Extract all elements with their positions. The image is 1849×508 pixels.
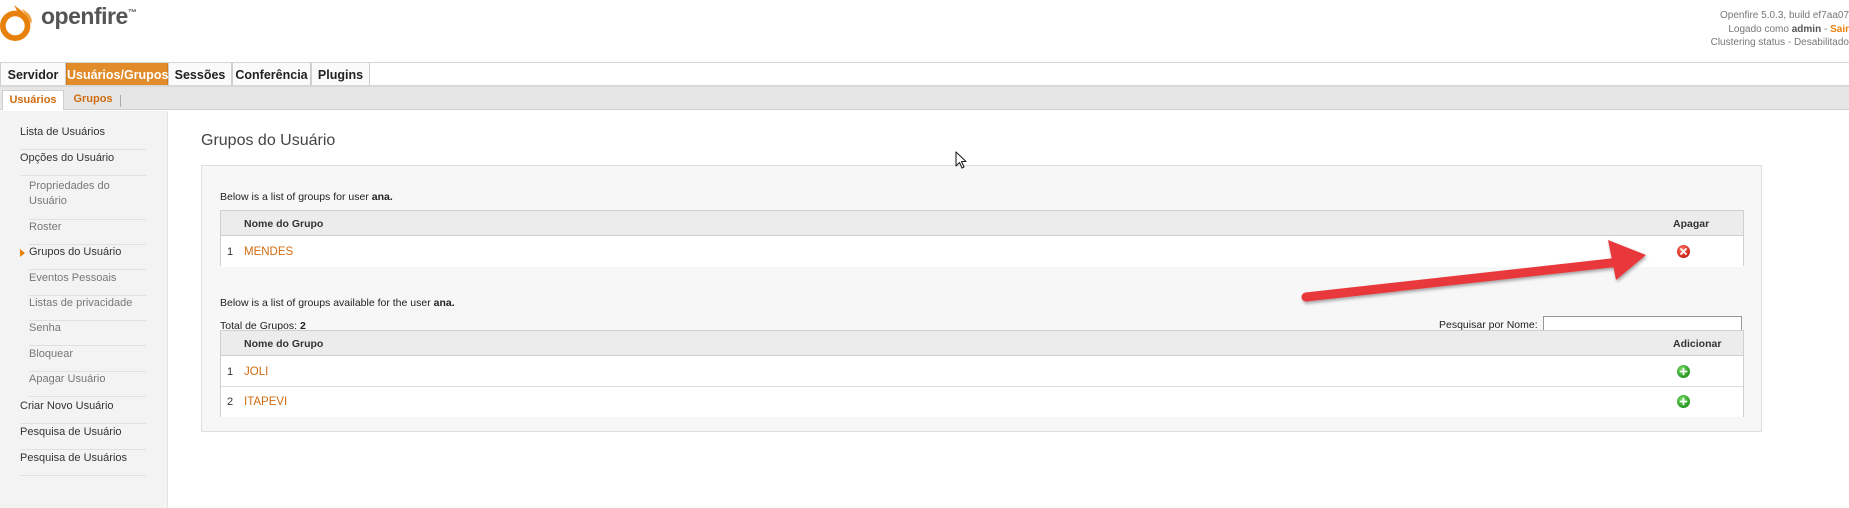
sidebar-item-propriedades[interactable]: Propriedades do Usuário bbox=[29, 179, 146, 220]
col-adicionar: Adicionar bbox=[1673, 338, 1722, 350]
sidebar-item-eventos-pessoais[interactable]: Eventos Pessoais bbox=[29, 272, 146, 296]
tab-servidor[interactable]: Servidor bbox=[0, 63, 66, 87]
subtab-grupos[interactable]: Grupos bbox=[66, 90, 120, 110]
header: openfire™ Openfire 5.0.3, build ef7aa07 … bbox=[0, 0, 1849, 62]
table-header: Nome do Grupo Apagar bbox=[221, 211, 1743, 236]
available-groups-table: Nome do Grupo Adicionar 1 JOLI 2 ITAPEVI bbox=[220, 330, 1744, 417]
sidebar-item-pesquisa-usuarios[interactable]: Pesquisa de Usuários bbox=[20, 452, 146, 476]
subnav-separator bbox=[120, 95, 121, 107]
sidebar-item-criar-usuario[interactable]: Criar Novo Usuário bbox=[20, 400, 146, 424]
tab-plugins[interactable]: Plugins bbox=[311, 63, 370, 87]
logo-wordmark: openfire™ bbox=[41, 3, 137, 29]
group-link-mendes[interactable]: MENDES bbox=[244, 246, 293, 258]
col-nome-grupo: Nome do Grupo bbox=[244, 338, 324, 350]
group-link-joli[interactable]: JOLI bbox=[244, 366, 268, 378]
mouse-cursor-icon bbox=[955, 151, 967, 169]
sidebar-item-pesquisa-usuario[interactable]: Pesquisa de Usuário bbox=[20, 426, 146, 450]
sidebar-item-bloquear[interactable]: Bloquear bbox=[29, 348, 146, 372]
logout-link[interactable]: Sair bbox=[1830, 24, 1849, 35]
add-icon[interactable] bbox=[1677, 395, 1690, 408]
member-groups-table: Nome do Grupo Apagar 1 MENDES bbox=[220, 210, 1744, 267]
tab-usuarios-grupos[interactable]: Usuários/Grupos bbox=[66, 63, 168, 87]
sub-nav: Usuários Grupos bbox=[0, 87, 1849, 110]
sidebar-item-apagar-usuario[interactable]: Apagar Usuário bbox=[29, 373, 146, 397]
logged-in-line: Logado como admin - Sair bbox=[1728, 23, 1849, 35]
sidebar-item-grupos-usuario[interactable]: Grupos do Usuário bbox=[29, 246, 146, 270]
available-groups-intro: Below is a list of groups available for … bbox=[220, 297, 455, 309]
table-row: 1 MENDES bbox=[221, 237, 1743, 267]
main-nav: Servidor Usuários/Grupos Sessões Conferê… bbox=[0, 62, 1849, 87]
col-apagar: Apagar bbox=[1673, 218, 1710, 230]
version-text: Openfire 5.0.3, build ef7aa07 bbox=[1720, 10, 1849, 21]
add-icon[interactable] bbox=[1677, 365, 1690, 378]
tab-conferencia[interactable]: Conferência bbox=[232, 63, 311, 87]
clustering-status: Clustering status - Desabilitado bbox=[1710, 37, 1849, 48]
member-groups-intro: Below is a list of groups for user ana. bbox=[220, 191, 393, 203]
sidebar-item-listas-privacidade[interactable]: Listas de privacidade bbox=[29, 297, 146, 321]
col-nome-grupo: Nome do Grupo bbox=[244, 218, 324, 230]
sidebar-item-roster[interactable]: Roster bbox=[29, 221, 146, 245]
sidebar: Lista de Usuários Opções do Usuário Prop… bbox=[0, 111, 168, 508]
sidebar-item-lista-usuarios[interactable]: Lista de Usuários bbox=[20, 126, 146, 150]
build-info: Openfire 5.0.3, build ef7aa07 Logado com… bbox=[1711, 9, 1849, 50]
groups-panel: Below is a list of groups for user ana. … bbox=[201, 165, 1762, 432]
tab-sessoes[interactable]: Sessões bbox=[168, 63, 232, 87]
current-item-arrow-icon bbox=[20, 249, 25, 257]
table-row: 1 JOLI bbox=[221, 357, 1743, 387]
table-row: 2 ITAPEVI bbox=[221, 387, 1743, 417]
page-title: Grupos do Usuário bbox=[201, 132, 336, 149]
sidebar-item-senha[interactable]: Senha bbox=[29, 322, 146, 346]
logged-user: admin bbox=[1791, 23, 1822, 35]
sidebar-item-opcoes-usuario[interactable]: Opções do Usuário bbox=[20, 152, 146, 176]
delete-icon[interactable] bbox=[1677, 245, 1690, 258]
openfire-logo-icon bbox=[0, 4, 32, 41]
group-link-itapevi[interactable]: ITAPEVI bbox=[244, 396, 287, 408]
subtab-usuarios[interactable]: Usuários bbox=[2, 90, 64, 110]
openfire-logo[interactable]: openfire™ bbox=[0, 0, 160, 50]
table-header: Nome do Grupo Adicionar bbox=[221, 331, 1743, 356]
